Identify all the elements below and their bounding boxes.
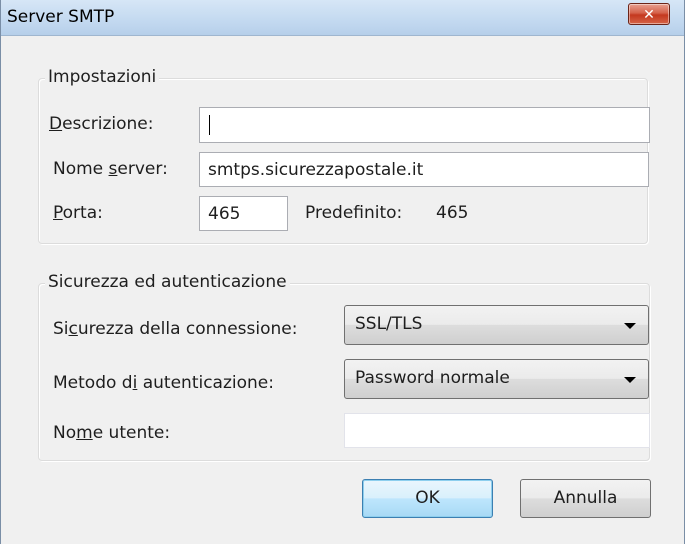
connection-security-label: Sicurezza della connessione: <box>53 319 298 339</box>
auth-method-label: Metodo di autenticazione: <box>53 373 274 393</box>
window-title: Server SMTP <box>7 7 115 27</box>
chevron-down-icon <box>624 377 636 383</box>
text-caret <box>209 115 210 135</box>
default-port-label: Predefinito: <box>305 203 403 223</box>
settings-legend: Impostazioni <box>45 67 160 87</box>
title-bar[interactable]: Server SMTP ✕ <box>1 0 684 36</box>
server-name-label: Nome server: <box>53 159 168 179</box>
security-legend: Sicurezza ed autenticazione <box>45 272 290 292</box>
username-label: Nome utente: <box>53 423 171 443</box>
connection-security-select[interactable]: SSL/TLS <box>344 305 649 345</box>
ok-button[interactable]: OK <box>362 479 493 518</box>
port-label: Porta: <box>53 203 103 223</box>
description-label: Descrizione: <box>49 114 154 134</box>
default-port-value: 465 <box>436 203 469 223</box>
server-name-input[interactable]: smtps.sicurezzapostale.it <box>199 152 649 187</box>
auth-method-value: Password normale <box>355 368 510 388</box>
chevron-down-icon <box>624 323 636 329</box>
port-input[interactable]: 465 <box>199 196 288 231</box>
cancel-button[interactable]: Annulla <box>520 479 651 518</box>
dialog-body: Impostazioni Descrizione: Nome server: s… <box>9 36 676 544</box>
auth-method-select[interactable]: Password normale <box>344 359 649 399</box>
username-input[interactable] <box>344 413 650 448</box>
close-icon: ✕ <box>643 7 655 23</box>
close-button[interactable]: ✕ <box>628 3 670 25</box>
connection-security-value: SSL/TLS <box>355 314 423 334</box>
description-input[interactable] <box>199 107 650 143</box>
smtp-server-dialog: Server SMTP ✕ Impostazioni Descrizione: … <box>0 0 685 544</box>
